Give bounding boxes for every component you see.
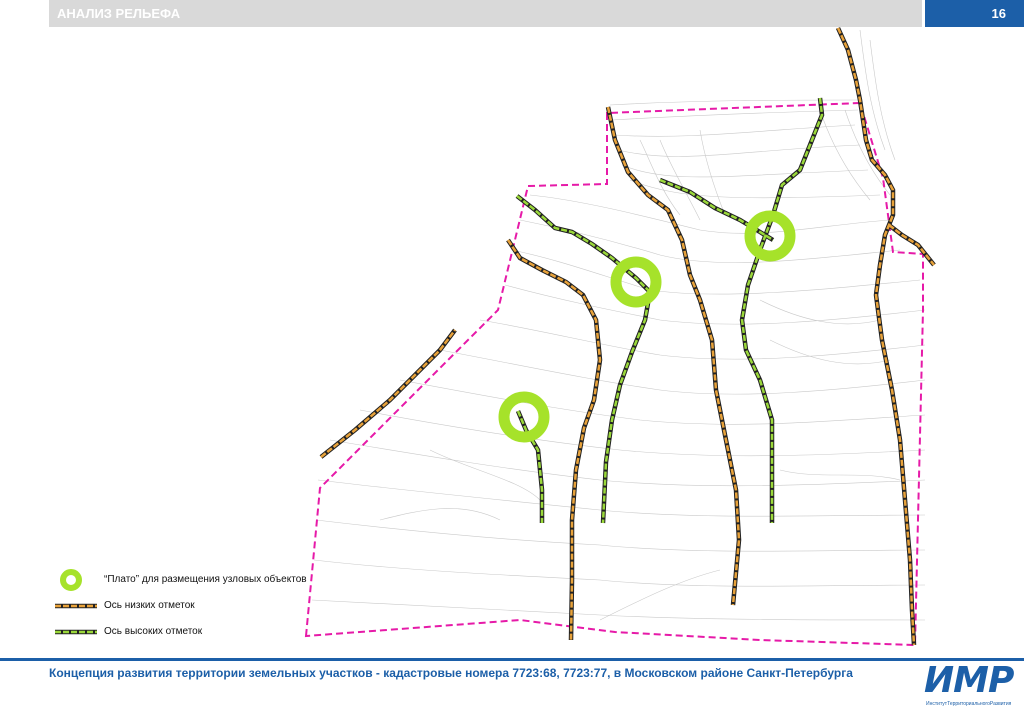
- high-axes: [515, 97, 825, 524]
- legend-high-axis-label: Ось высоких отметок: [104, 626, 203, 637]
- contour-lines: [311, 29, 926, 621]
- legend-plateau-icon: [60, 569, 82, 591]
- logo-mark: ИМР: [924, 660, 1014, 701]
- footer-caption: Концепция развития территории земельных …: [49, 666, 853, 680]
- legend-plateau-label: “Плато” для размещения узловых объектов: [104, 574, 307, 585]
- low-axes: [319, 27, 936, 646]
- legend-symbols: [55, 569, 97, 635]
- relief-map: [55, 27, 936, 647]
- institute-logo: ИМР ИнститутТерриториальногоРазвития: [924, 660, 1016, 714]
- site-boundary: [304, 101, 924, 647]
- legend-low-axis-label: Ось низких отметок: [104, 600, 195, 611]
- plateau-marker: [610, 256, 662, 308]
- plateau-markers: [498, 210, 796, 443]
- footer-divider: [0, 658, 1024, 661]
- logo-subtitle: ИнститутТерриториальногоРазвития: [926, 701, 1012, 707]
